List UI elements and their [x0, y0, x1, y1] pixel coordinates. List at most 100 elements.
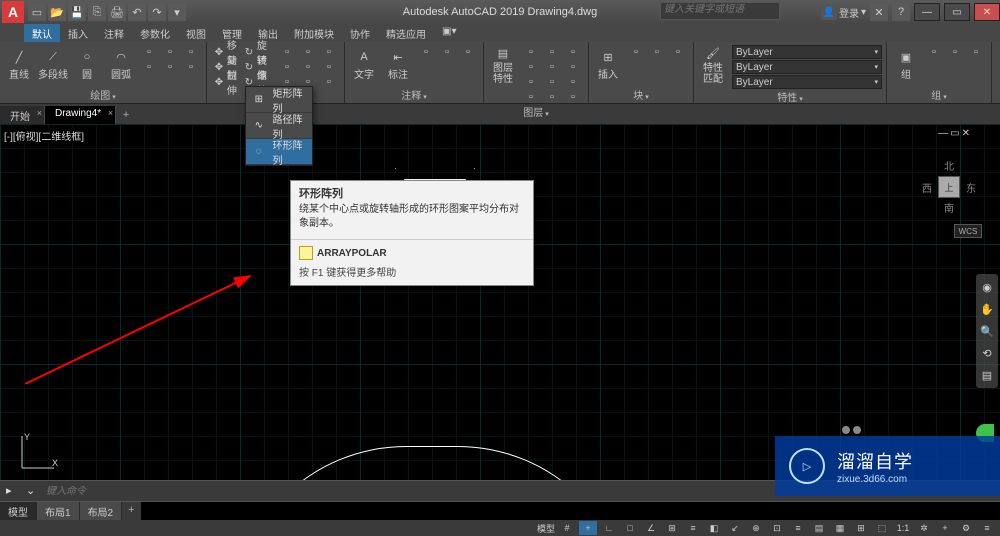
ribbon-small-icon[interactable]: ▫ [564, 60, 582, 74]
ribbon-button-圆[interactable]: ○圆 [72, 45, 102, 85]
vp-restore-icon[interactable]: ▭ [950, 128, 959, 139]
status-toggle-0[interactable]: # [558, 521, 576, 535]
ribbon-small-icon[interactable]: ▫ [459, 45, 477, 59]
ribbon-button-标注[interactable]: ⇤标注 [383, 45, 413, 85]
ribbon-button-直线[interactable]: ╱直线 [4, 45, 34, 85]
array-item-2[interactable]: ◌环形阵列 [246, 139, 312, 165]
ribbon-small-icon[interactable]: ▫ [278, 60, 296, 74]
qat-redo-icon[interactable]: ↷ [148, 3, 166, 21]
layout-tab[interactable]: 布局2 [80, 502, 123, 520]
layout-add-button[interactable]: + [122, 502, 140, 520]
ribbon-tab-1[interactable]: 插入 [60, 24, 96, 42]
ribbon-button-文字[interactable]: A文字 [349, 45, 379, 85]
viewcube-north[interactable]: 北 [944, 158, 954, 173]
ribbon-small-icon[interactable]: ▫ [320, 45, 338, 59]
ribbon-small-icon[interactable]: ▫ [278, 45, 296, 59]
layout-tab[interactable]: 布局1 [37, 502, 80, 520]
status-toggle-11[interactable]: ≡ [789, 521, 807, 535]
status-toggle-8[interactable]: ↙ [726, 521, 744, 535]
ribbon-button-测量[interactable]: 📐测量 [996, 45, 1000, 85]
panel-title[interactable]: 特性 [698, 89, 882, 103]
nav-showmotion-icon[interactable]: ▤ [978, 366, 996, 384]
ribbon-tab-extra[interactable]: ▣▾ [434, 24, 464, 42]
qat-saveas-icon[interactable]: ⎘ [88, 3, 106, 21]
ribbon-small-icon[interactable]: ▫ [543, 60, 561, 74]
status-toggle-12[interactable]: ▤ [810, 521, 828, 535]
viewport-label[interactable]: [-][俯视][二维线框] [4, 128, 84, 143]
ribbon-small-icon[interactable]: ▫ [946, 45, 964, 59]
viewcube-south[interactable]: 南 [944, 200, 954, 215]
ucs-icon[interactable]: X Y [18, 432, 58, 472]
help-icon[interactable]: ? [892, 3, 910, 21]
status-toggle-18[interactable]: + [936, 521, 954, 535]
ribbon-small-icon[interactable]: ▫ [564, 90, 582, 104]
status-toggle-3[interactable]: □ [621, 521, 639, 535]
ribbon-small-icon[interactable]: ▫ [627, 45, 645, 59]
property-selector-0[interactable]: ByLayer [732, 45, 882, 59]
ribbon-small-icon[interactable]: ▫ [564, 45, 582, 59]
panel-title[interactable]: 组 [891, 87, 987, 101]
ribbon-small-icon[interactable]: ▫ [543, 45, 561, 59]
panel-title[interactable]: 实用工具 [996, 87, 1000, 101]
exchange-icon[interactable]: ✕ [870, 3, 888, 21]
nav-zoom-icon[interactable]: 🔍 [978, 322, 996, 340]
vp-minimize-icon[interactable]: — [938, 128, 948, 139]
panel-title[interactable]: 注释 [349, 87, 479, 101]
panel-title[interactable]: 块 [593, 87, 689, 101]
viewcube[interactable]: 北 南 东 西 上 [916, 154, 982, 220]
ribbon-small-icon[interactable]: ▫ [522, 60, 540, 74]
ribbon-small-icon[interactable]: ▫ [438, 45, 456, 59]
nav-pan-icon[interactable]: ✋ [978, 300, 996, 318]
ribbon-small-icon[interactable]: ▫ [182, 45, 200, 59]
add-tab-button[interactable]: + [116, 106, 136, 124]
ribbon-small-icon[interactable]: ▫ [299, 60, 317, 74]
help-search-input[interactable] [661, 3, 779, 16]
ribbon-button-插入[interactable]: ⊞插入 [593, 45, 623, 85]
status-toggle-5[interactable]: ⊞ [663, 521, 681, 535]
viewcube-west[interactable]: 西 [922, 180, 932, 195]
ribbon-small-icon[interactable]: ▫ [320, 75, 338, 89]
qat-undo-icon[interactable]: ↶ [128, 3, 146, 21]
status-toggle-19[interactable]: ⚙ [957, 521, 975, 535]
ribbon-small-icon[interactable]: ▫ [161, 60, 179, 74]
ribbon-small-icon[interactable]: ▫ [669, 45, 687, 59]
help-search-box[interactable] [660, 2, 780, 20]
wcs-button[interactable]: WCS [954, 224, 982, 238]
ribbon-button-特性匹配[interactable]: 🖌特性 匹配 [698, 45, 728, 85]
ribbon-tab-8[interactable]: 协作 [342, 24, 378, 42]
array-item-1[interactable]: ∿路径阵列 [246, 113, 312, 139]
window-restore-button[interactable]: ▭ [944, 3, 970, 21]
ribbon-small-icon[interactable]: ▫ [564, 75, 582, 89]
status-toggle-9[interactable]: ⊕ [747, 521, 765, 535]
file-tab[interactable]: Drawing4*× [45, 106, 116, 124]
status-toggle-2[interactable]: ∟ [600, 521, 618, 535]
status-toggle-17[interactable]: ✲ [915, 521, 933, 535]
layout-tab[interactable]: 模型 [0, 502, 37, 520]
cmdline-recent-icon[interactable]: ⌄ [26, 484, 40, 498]
status-toggle-14[interactable]: ⊞ [852, 521, 870, 535]
status-toggle-20[interactable]: ≡ [978, 521, 996, 535]
window-close-button[interactable]: ✕ [974, 3, 1000, 21]
qat-plot-icon[interactable]: 🖨 [108, 3, 126, 21]
ribbon-small-icon[interactable]: ▫ [182, 60, 200, 74]
viewcube-face[interactable]: 上 [938, 176, 960, 198]
panel-title[interactable]: 绘图 [4, 87, 202, 101]
ribbon-small-icon[interactable]: ▫ [320, 60, 338, 74]
close-icon[interactable]: × [37, 108, 42, 118]
cmdline-chevron-icon[interactable]: ▸ [6, 484, 20, 498]
ribbon-tab-7[interactable]: 附加模块 [286, 24, 342, 42]
ribbon-tab-0[interactable]: 默认 [24, 24, 60, 42]
status-model-label[interactable]: 模型 [537, 521, 555, 535]
qat-more-icon[interactable]: ▾ [168, 3, 186, 21]
property-selector-2[interactable]: ByLayer [732, 75, 882, 89]
app-logo[interactable]: A [2, 1, 24, 23]
ribbon-small-icon[interactable]: ▫ [140, 60, 158, 74]
qat-new-icon[interactable]: ▭ [28, 3, 46, 21]
ribbon-small-icon[interactable]: ▫ [140, 45, 158, 59]
ribbon-small-icon[interactable]: ▫ [417, 45, 435, 59]
ribbon-small-icon[interactable]: ▫ [543, 90, 561, 104]
ribbon-button-图层特性[interactable]: ▤图层 特性 [488, 45, 518, 85]
status-toggle-13[interactable]: ▦ [831, 521, 849, 535]
ribbon-small-icon[interactable]: ▫ [648, 45, 666, 59]
ribbon-small-icon[interactable]: ▫ [161, 45, 179, 59]
